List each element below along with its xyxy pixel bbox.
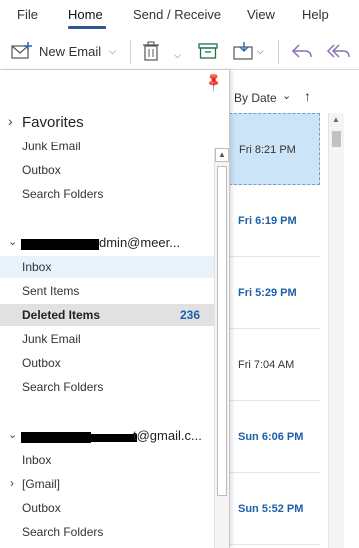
folder-outbox[interactable]: Outbox [0, 352, 214, 374]
chevron-right-icon[interactable]: › [10, 476, 14, 490]
folder-label: [Gmail] [22, 477, 61, 491]
message-row[interactable]: Sun 6:06 PM [229, 401, 320, 473]
folder-gmail[interactable]: › [Gmail] [0, 473, 214, 495]
folder-inbox[interactable]: Inbox [0, 256, 214, 278]
reply-button[interactable] [291, 40, 313, 62]
folder-label: Search Folders [22, 187, 104, 201]
folder-label: Outbox [22, 501, 61, 515]
folder-outbox[interactable]: Outbox [0, 497, 214, 519]
new-email-button[interactable]: New Email ⌵ [11, 40, 116, 62]
pin-icon[interactable]: 📌 [203, 71, 226, 94]
folder-search-folders[interactable]: Search Folders [0, 376, 214, 398]
folder-pane-scrollbar[interactable]: ▲ [214, 148, 229, 548]
menu-bar: File Home Send / Receive View Help [0, 0, 359, 32]
folder-label: Deleted Items [22, 308, 101, 322]
archive-icon [198, 43, 218, 59]
reply-all-icon [326, 44, 350, 58]
trash-icon [143, 41, 159, 61]
folder-junk-email[interactable]: Junk Email [0, 142, 214, 157]
unread-count-badge: 236 [179, 308, 200, 322]
message-time: Fri 6:19 PM [238, 215, 297, 227]
new-email-label: New Email [39, 43, 102, 59]
folder-label: Inbox [22, 453, 52, 467]
account-label: dmin@meer... [99, 235, 181, 250]
sort-chevron-down-icon[interactable]: ⌄ [282, 89, 291, 102]
message-time: Sun 6:06 PM [238, 431, 304, 443]
folder-label: Junk Email [22, 142, 81, 153]
folder-search-folders[interactable]: Search Folders [0, 183, 214, 205]
folder-tree: Junk Email Outbox Search Folders ⌄ dmin@… [0, 142, 214, 548]
tab-view[interactable]: View [247, 7, 275, 23]
chevron-down-icon[interactable]: ⌄ [8, 235, 17, 248]
scroll-up-icon[interactable]: ▲ [332, 115, 340, 124]
folder-label: Sent Items [22, 284, 80, 298]
reply-icon [291, 44, 312, 58]
ribbon-toolbar: New Email ⌵ ⌵ ⌵ [0, 32, 359, 70]
account-header[interactable]: ⌄ dmin@meer... [0, 232, 214, 254]
new-email-dropdown-icon[interactable]: ⌵ [109, 46, 116, 57]
message-row[interactable]: Sun 5:52 PM [229, 473, 320, 545]
tab-file[interactable]: File [17, 7, 38, 23]
message-list: By Date ⌄ ↑ Fri 8:21 PM Fri 6:19 PM Fri … [229, 71, 359, 548]
scrollbar-thumb[interactable] [332, 131, 341, 147]
folder-inbox[interactable]: Inbox [0, 449, 214, 471]
delete-dropdown-icon[interactable]: ⌵ [174, 44, 181, 66]
toolbar-divider [278, 40, 279, 64]
chevron-right-icon[interactable]: › [8, 113, 13, 129]
message-row[interactable]: Fri 7:04 AM [229, 329, 320, 401]
message-time: Sun 5:52 PM [238, 503, 304, 515]
folder-outbox[interactable]: Outbox [0, 159, 214, 181]
folder-search-folders[interactable]: Search Folders [0, 521, 214, 543]
sort-direction-arrow-icon[interactable]: ↑ [304, 88, 311, 104]
chevron-down-icon[interactable]: ⌄ [8, 428, 17, 441]
tab-help[interactable]: Help [302, 7, 329, 23]
folder-junk-email[interactable]: Junk Email [0, 328, 214, 350]
new-email-icon [11, 42, 32, 59]
active-tab-indicator [68, 26, 106, 29]
message-row[interactable]: Fri 8:21 PM [229, 113, 320, 185]
message-row[interactable]: Fri 6:19 PM [229, 185, 320, 257]
sort-by-date-label[interactable]: By Date [234, 91, 277, 105]
reply-all-button[interactable] [326, 40, 350, 62]
favorites-header[interactable]: › Favorites [0, 111, 230, 135]
account-header[interactable]: ⌄ t@gmail.c... [0, 425, 214, 447]
folder-sent-items[interactable]: Sent Items [0, 280, 214, 302]
message-time: Fri 7:04 AM [238, 359, 295, 371]
folder-label: Search Folders [22, 525, 104, 539]
tab-send-receive[interactable]: Send / Receive [133, 7, 221, 23]
folder-pane: 📌 › Favorites Junk Email Outbox Search F… [0, 70, 230, 548]
redacted-text [21, 239, 99, 250]
message-list-scrollbar[interactable]: ▲ [328, 113, 344, 548]
message-time: Fri 5:29 PM [238, 287, 297, 299]
message-time: Fri 8:21 PM [239, 144, 296, 156]
folder-label: Outbox [22, 163, 61, 177]
account-label: t@gmail.c... [133, 428, 202, 443]
delete-button[interactable] [142, 40, 160, 62]
scrollbar-thumb[interactable] [217, 166, 227, 496]
folder-label: Junk Email [22, 332, 81, 346]
folder-label: Search Folders [22, 380, 104, 394]
redacted-text [21, 432, 91, 443]
move-button[interactable]: ⌵ [233, 40, 264, 62]
message-row[interactable]: Fri 5:29 PM [229, 257, 320, 329]
redacted-text [91, 434, 137, 442]
move-dropdown-icon[interactable]: ⌵ [257, 46, 264, 57]
tab-home[interactable]: Home [68, 7, 103, 23]
favorites-label: Favorites [22, 114, 84, 131]
scroll-up-icon[interactable]: ▲ [215, 148, 229, 162]
folder-label: Inbox [22, 260, 52, 274]
toolbar-divider [130, 40, 131, 64]
folder-label: Outbox [22, 356, 61, 370]
archive-button[interactable] [198, 40, 218, 62]
move-folder-icon [233, 42, 253, 60]
folder-deleted-items[interactable]: Deleted Items 236 [0, 304, 214, 326]
